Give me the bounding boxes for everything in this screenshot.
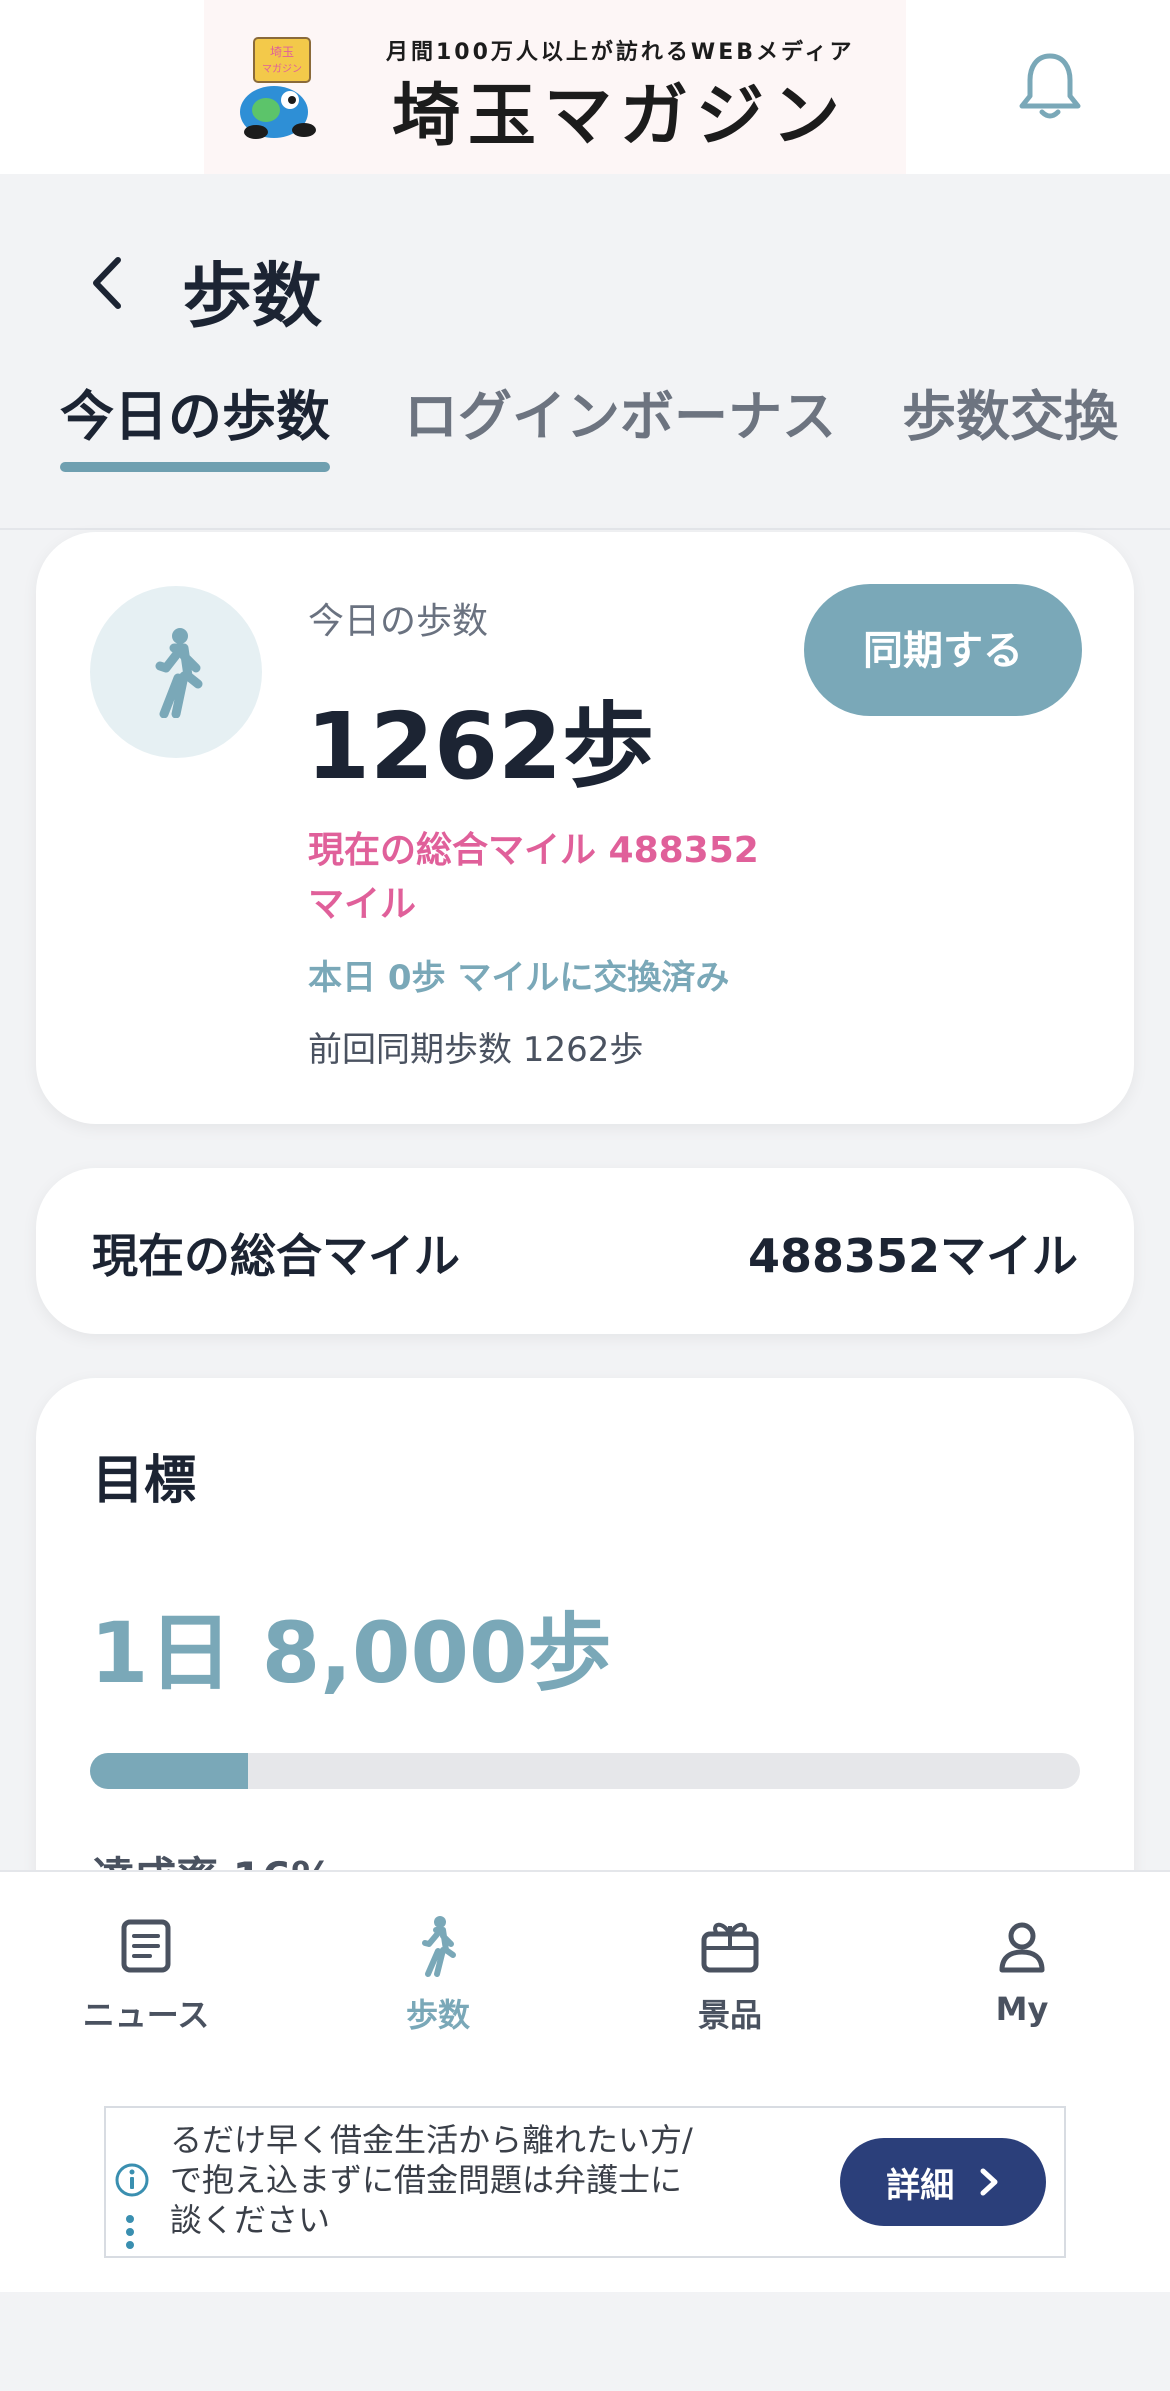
svg-text:埼玉: 埼玉 — [270, 45, 294, 59]
nav-label-prizes: 景品 — [697, 1996, 762, 2034]
total-miles-card: 現在の総合マイル 488352マイル — [36, 1168, 1134, 1334]
info-icon[interactable] — [114, 2162, 150, 2198]
tab-today-steps[interactable]: 今日の歩数 — [60, 372, 330, 451]
mascot-logo: 埼玉 マガジン — [240, 37, 316, 139]
bell-icon[interactable] — [1012, 48, 1088, 124]
app-header: 埼玉 マガジン 月間100万人以上が訪れるWEBメディア 埼玉マガジン — [0, 0, 1170, 174]
ad-details-label: 詳細 — [886, 2166, 955, 2205]
chevron-left-icon[interactable] — [80, 248, 136, 318]
last-sync-steps: 前回同期歩数 1262歩 — [308, 1030, 644, 1070]
today-steps-value: 1262歩 — [306, 693, 655, 800]
nav-item-prizes[interactable]: 景品 — [630, 1914, 830, 2036]
goal-progress-fill — [90, 1753, 249, 1789]
ad-text: るだけ早く借金生活から離れたい方/ で抱え込まずに借金問題は弁護士に 談ください — [170, 2120, 810, 2240]
brand-title: 埼玉マガジン — [392, 77, 849, 156]
svg-text:マガジン: マガジン — [262, 63, 302, 75]
nav-label-steps: 歩数 — [405, 1996, 470, 2034]
page-title: 歩数 — [182, 255, 322, 337]
ad-banner[interactable]: るだけ早く借金生活から離れたい方/ で抱え込まずに借金問題は弁護士に 談ください… — [104, 2106, 1066, 2258]
total-miles-label: 現在の総合マイル — [92, 1229, 460, 1283]
news-icon — [121, 1919, 171, 1973]
nav-item-my[interactable]: My — [922, 1914, 1122, 2028]
ad-text-line: で抱え込まずに借金問題は弁護士に — [170, 2161, 683, 2199]
brand-banner[interactable]: 埼玉 マガジン 月間100万人以上が訪れるWEBメディア 埼玉マガジン — [204, 0, 906, 174]
tabs-divider — [0, 528, 1170, 530]
goal-value: 1日 8,000歩 — [90, 1604, 612, 1702]
ad-text-line: るだけ早く借金生活から離れたい方/ — [170, 2121, 693, 2159]
sync-button[interactable]: 同期する — [804, 584, 1082, 716]
nav-item-news[interactable]: ニュース — [46, 1914, 246, 2036]
today-steps-label: 今日の歩数 — [308, 601, 489, 642]
goal-progress-bar — [90, 1753, 1080, 1789]
nav-label-news: ニュース — [82, 1996, 210, 2034]
walker-badge — [90, 586, 262, 758]
tab-step-exchange[interactable]: 歩数交換 — [902, 372, 1118, 451]
nav-item-steps[interactable]: 歩数 — [338, 1914, 538, 2036]
gift-icon — [701, 1922, 759, 1973]
chevron-right-icon — [980, 2168, 998, 2196]
ad-details-button[interactable]: 詳細 — [840, 2138, 1046, 2226]
total-miles-summary: 現在の総合マイル 488352マイル — [308, 830, 759, 925]
user-icon — [999, 1922, 1045, 1973]
ad-text-line: 談ください — [170, 2201, 331, 2239]
walker-icon — [155, 628, 203, 718]
active-tab-indicator — [60, 462, 330, 472]
nav-label-my: My — [995, 1990, 1049, 2028]
more-vertical-icon[interactable] — [124, 2214, 136, 2250]
tab-login-bonus[interactable]: ログインボーナス — [404, 372, 836, 451]
total-miles-value: 488352マイル — [747, 1229, 1078, 1283]
walker-icon — [422, 1916, 456, 1977]
goal-title: 目標 — [92, 1451, 197, 1511]
today-steps-card: 今日の歩数 1262歩 同期する 現在の総合マイル 488352マイル 本日 0… — [36, 532, 1134, 1124]
exchanged-steps-text: 本日 0歩 マイルに交換済み — [308, 958, 730, 998]
